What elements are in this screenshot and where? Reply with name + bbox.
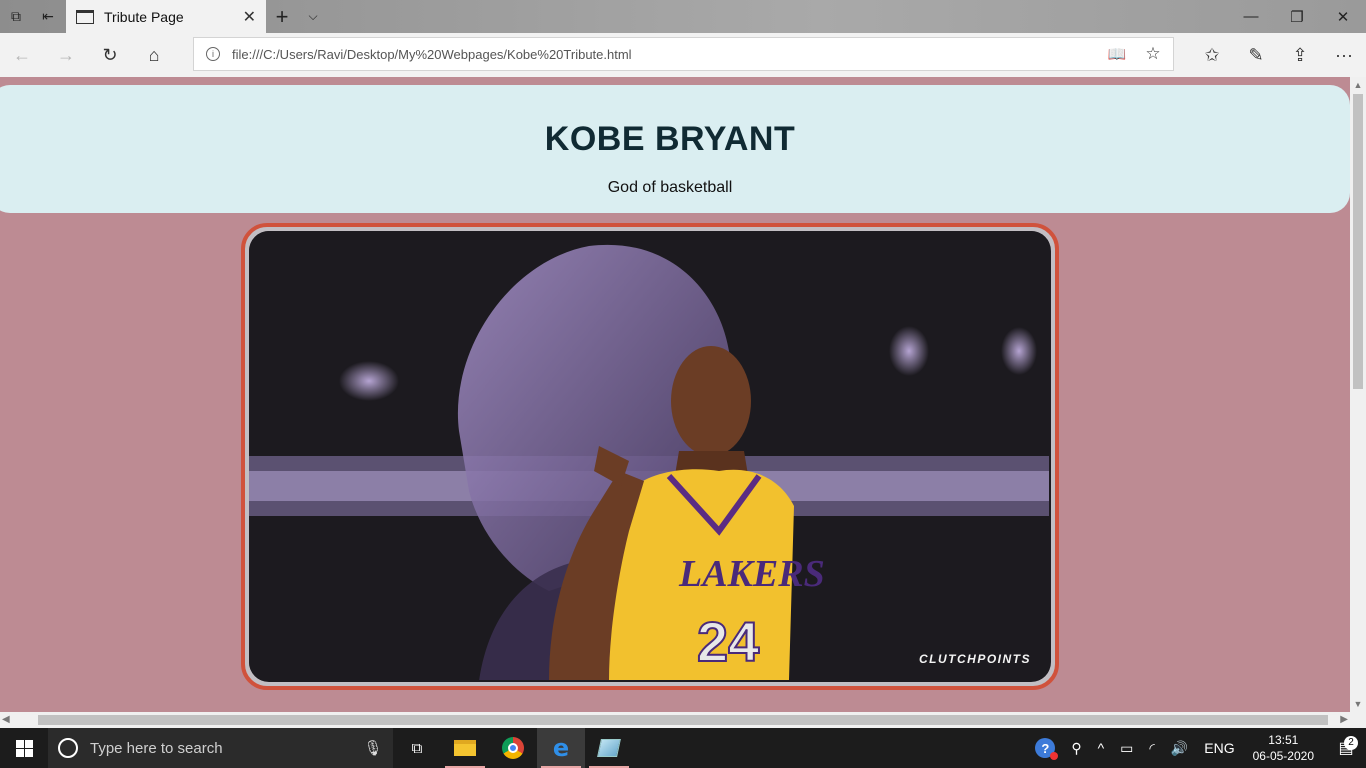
- minimize-button[interactable]: —: [1228, 0, 1274, 33]
- title-bar: ⧉ ⇤ Tribute Page ✕ + ⌵ — ❐ ✕: [0, 0, 1366, 33]
- kobe-photo: LAKERS 24 CLUTCHPOINTS: [249, 231, 1051, 682]
- taskbar: Type here to search 🎙 ⧉ e ? ⚲ ^ ▭ ◜ 🔊 EN…: [0, 728, 1366, 768]
- toolbar-right: ✩ ✎ ⇪ ···: [1190, 33, 1366, 77]
- url-text[interactable]: file:///C:/Users/Ravi/Desktop/My%20Webpa…: [232, 47, 1101, 62]
- jersey-number: 24: [697, 610, 759, 673]
- taskbar-search-box[interactable]: Type here to search 🎙: [48, 728, 393, 768]
- page-icon: [76, 9, 94, 24]
- scroll-down-icon[interactable]: ▼: [1350, 696, 1366, 712]
- show-hidden-icons-chevron-icon[interactable]: ^: [1090, 740, 1113, 756]
- scrollbar-corner: [1350, 712, 1366, 728]
- site-info-icon[interactable]: i: [206, 47, 220, 61]
- page-subtitle: God of basketball: [607, 179, 733, 196]
- new-tab-button[interactable]: +: [266, 0, 298, 33]
- language-indicator[interactable]: ENG: [1196, 740, 1242, 756]
- favorite-star-icon[interactable]: ☆: [1133, 44, 1173, 64]
- tab-preview-chevron-icon[interactable]: ⌵: [298, 0, 328, 33]
- windows-logo-icon: [15, 739, 33, 757]
- edge-button[interactable]: e: [537, 728, 585, 768]
- search-placeholder: Type here to search: [90, 739, 223, 757]
- task-view-button[interactable]: ⧉: [393, 728, 441, 768]
- people-icon[interactable]: ⚲: [1063, 740, 1089, 757]
- window-controls: — ❐ ✕: [1228, 0, 1366, 33]
- address-bar[interactable]: i file:///C:/Users/Ravi/Desktop/My%20Web…: [193, 37, 1174, 71]
- clock-date: 06-05-2020: [1252, 749, 1314, 763]
- set-tabs-aside-icon[interactable]: ⇤: [32, 0, 64, 33]
- horizontal-scrollbar[interactable]: ◀ ▶: [0, 712, 1350, 728]
- favorites-icon[interactable]: ✩: [1190, 33, 1234, 77]
- scroll-up-icon[interactable]: ▲: [1350, 77, 1366, 93]
- help-button[interactable]: ?: [1027, 738, 1063, 760]
- forward-button[interactable]: →: [44, 33, 88, 77]
- system-tray: ? ⚲ ^ ▭ ◜ 🔊 ENG 13:51 06-05-2020 ▤ 2: [1027, 728, 1366, 768]
- kobe-photo-illustration: LAKERS 24: [249, 231, 1049, 680]
- vertical-scrollbar[interactable]: ▲ ▼: [1350, 77, 1366, 712]
- help-icon: ?: [1035, 738, 1059, 760]
- more-menu-icon[interactable]: ···: [1322, 33, 1366, 77]
- clock[interactable]: 13:51 06-05-2020: [1243, 732, 1326, 764]
- action-center-button[interactable]: ▤ 2: [1326, 736, 1366, 758]
- notepad-icon: [597, 739, 621, 757]
- cortana-icon: [58, 738, 78, 758]
- page-viewport: KOBE BRYANT God of basketball LAKERS 24 …: [0, 77, 1350, 712]
- vertical-scroll-thumb[interactable]: [1353, 94, 1363, 389]
- page-title: KOBE BRYANT: [544, 120, 796, 158]
- folder-icon: [454, 740, 476, 756]
- task-view-icon: ⧉: [411, 739, 423, 757]
- notepad-button[interactable]: [585, 728, 633, 768]
- page-header: KOBE BRYANT God of basketball: [0, 85, 1350, 213]
- scroll-left-icon[interactable]: ◀: [2, 712, 10, 728]
- navigation-bar: ← → ↻ ⌂ i file:///C:/Users/Ravi/Desktop/…: [0, 33, 1366, 77]
- reading-view-icon[interactable]: 📖: [1101, 45, 1133, 63]
- home-button[interactable]: ⌂: [132, 33, 176, 77]
- volume-icon[interactable]: 🔊: [1163, 740, 1196, 757]
- close-window-button[interactable]: ✕: [1320, 0, 1366, 33]
- scroll-right-icon[interactable]: ▶: [1340, 712, 1348, 728]
- back-button[interactable]: ←: [0, 33, 44, 77]
- file-explorer-button[interactable]: [441, 728, 489, 768]
- image-frame: LAKERS 24 CLUTCHPOINTS: [241, 223, 1059, 690]
- chrome-button[interactable]: [489, 728, 537, 768]
- refresh-button[interactable]: ↻: [88, 33, 132, 77]
- clock-time: 13:51: [1268, 733, 1299, 747]
- share-icon[interactable]: ⇪: [1278, 33, 1322, 77]
- horizontal-scroll-thumb[interactable]: [38, 715, 1328, 725]
- edge-icon: e: [552, 734, 570, 762]
- microphone-icon[interactable]: 🎙: [353, 739, 393, 757]
- restore-button[interactable]: ❐: [1274, 0, 1320, 33]
- tab-tribute-page[interactable]: Tribute Page ✕: [66, 0, 266, 33]
- photo-watermark: CLUTCHPOINTS: [919, 652, 1031, 666]
- tab-title: Tribute Page: [104, 8, 184, 25]
- wifi-icon[interactable]: ◜: [1141, 740, 1162, 757]
- start-button[interactable]: [0, 728, 48, 768]
- close-tab-icon[interactable]: ✕: [243, 7, 256, 27]
- pen-icon[interactable]: ✎: [1234, 33, 1278, 77]
- jersey-lettering: LAKERS: [678, 553, 825, 595]
- chrome-icon: [502, 737, 524, 759]
- tab-actions-icon[interactable]: ⧉: [0, 0, 32, 33]
- battery-icon[interactable]: ▭: [1112, 740, 1141, 757]
- notification-count: 2: [1344, 736, 1358, 750]
